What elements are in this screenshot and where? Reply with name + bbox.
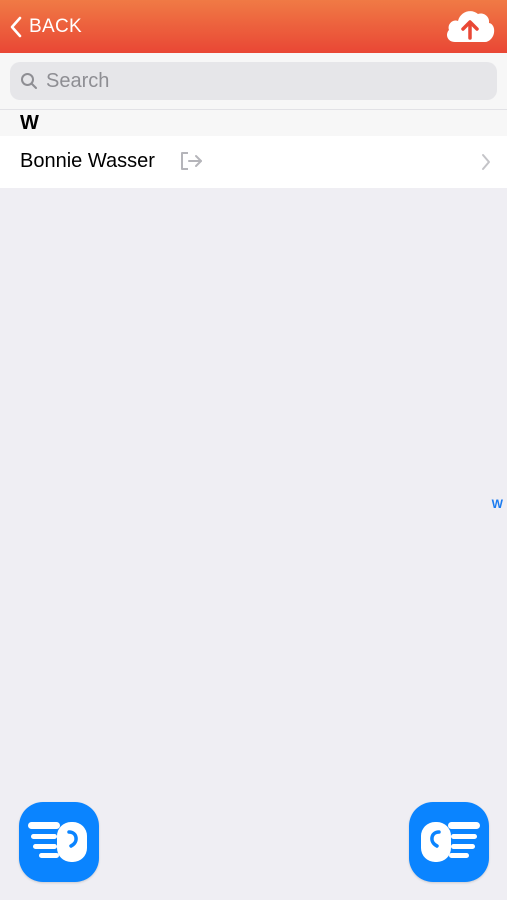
back-button[interactable]: BACK: [8, 10, 82, 44]
search-input[interactable]: Search: [10, 62, 497, 100]
sign-out-icon: [181, 152, 202, 170]
hand-pointing-right-button[interactable]: [409, 802, 489, 882]
navigation-bar: BACK: [0, 0, 507, 53]
hand-pointing-left-button[interactable]: [19, 802, 99, 882]
section-index-letter[interactable]: W: [492, 497, 503, 511]
search-bar: Search: [0, 53, 507, 110]
contact-name: Bonnie Wasser: [20, 150, 155, 172]
contact-row[interactable]: Bonnie Wasser: [0, 136, 507, 188]
chevron-left-icon: [10, 16, 22, 38]
cloud-upload-icon[interactable]: [443, 4, 497, 48]
hand-pointing-right-icon: [421, 822, 480, 862]
hand-pointing-left-icon: [28, 822, 87, 862]
section-header: W: [0, 110, 507, 136]
back-label: BACK: [29, 16, 82, 37]
search-icon: [21, 73, 37, 89]
chevron-right-icon: [482, 154, 490, 170]
search-placeholder: Search: [46, 69, 110, 92]
section-header-letter: W: [20, 112, 39, 134]
